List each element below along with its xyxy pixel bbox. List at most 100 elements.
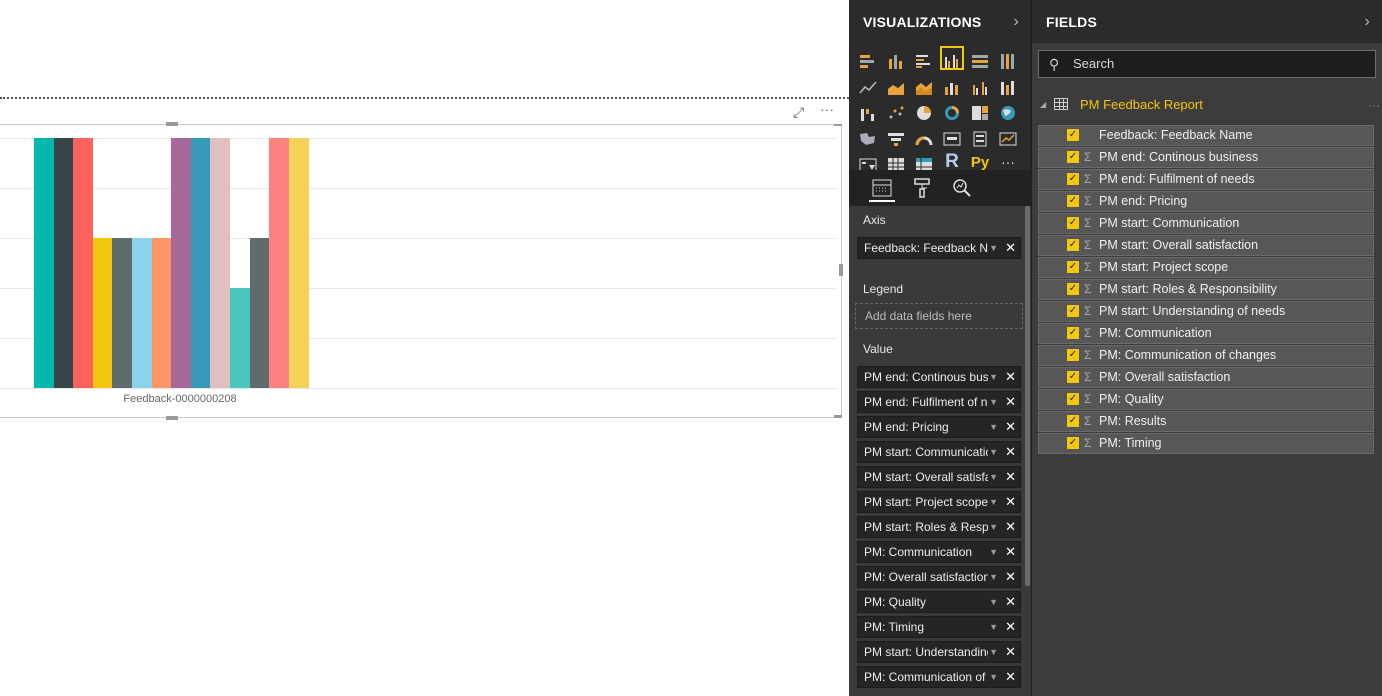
search-input[interactable]: ⚲ Search <box>1038 50 1376 78</box>
field-list-item[interactable]: ✓ Σ PM end: Continous business <box>1038 147 1374 168</box>
checkbox-checked-icon[interactable]: ✓ <box>1067 261 1079 273</box>
checkbox-checked-icon[interactable]: ✓ <box>1067 129 1079 141</box>
line-and-clustered-column-chart-icon[interactable] <box>969 73 991 95</box>
checkbox-checked-icon[interactable]: ✓ <box>1067 173 1079 185</box>
card-icon[interactable] <box>941 125 963 147</box>
resize-handle-bottom[interactable] <box>166 416 178 420</box>
remove-field-icon[interactable]: ✕ <box>1005 392 1016 412</box>
chevron-down-icon[interactable]: ▼ <box>989 617 998 637</box>
gauge-icon[interactable] <box>913 125 935 147</box>
stacked-bar-chart-icon[interactable] <box>857 47 879 69</box>
chevron-down-icon[interactable]: ▼ <box>989 367 998 387</box>
checkbox-checked-icon[interactable]: ✓ <box>1067 437 1079 449</box>
chart-bar[interactable] <box>288 138 309 388</box>
field-list-item[interactable]: ✓ Σ PM: Timing <box>1038 433 1374 454</box>
donut-chart-icon[interactable] <box>941 99 963 121</box>
checkbox-checked-icon[interactable]: ✓ <box>1067 371 1079 383</box>
checkbox-checked-icon[interactable]: ✓ <box>1067 217 1079 229</box>
chart-bar[interactable] <box>132 238 152 388</box>
chart-bar[interactable] <box>151 238 172 388</box>
remove-field-icon[interactable]: ✕ <box>1005 617 1016 637</box>
value-field-pill[interactable]: PM: Communication ▼ ✕ <box>857 541 1021 563</box>
stacked-column-chart-icon[interactable] <box>885 47 907 69</box>
field-list-item[interactable]: ✓ Σ PM: Quality <box>1038 389 1374 410</box>
map-icon[interactable] <box>997 99 1019 121</box>
chart-bar[interactable] <box>73 138 94 388</box>
field-list-item[interactable]: ✓ Σ PM start: Roles & Responsibility <box>1038 279 1374 300</box>
treemap-icon[interactable] <box>969 99 991 121</box>
100-stacked-bar-chart-icon[interactable] <box>969 47 991 69</box>
value-field-pill[interactable]: PM start: Roles & Responsibility▼✕ <box>857 516 1021 538</box>
checkbox-checked-icon[interactable]: ✓ <box>1067 239 1079 251</box>
visualizations-header[interactable]: VISUALIZATIONS › <box>849 0 1031 43</box>
remove-field-icon[interactable]: ✕ <box>1005 567 1016 587</box>
checkbox-checked-icon[interactable]: ✓ <box>1067 349 1079 361</box>
format-paint-roller-icon[interactable] <box>909 176 935 202</box>
fields-tab-icon[interactable] <box>869 176 895 202</box>
value-field-pill[interactable]: PM: Timing ▼ ✕ <box>857 616 1021 638</box>
filled-map-icon[interactable] <box>857 125 879 147</box>
value-field-pill[interactable]: PM start: Understanding of needs▼✕ <box>857 641 1021 663</box>
chart-bar[interactable] <box>190 138 211 388</box>
line-and-stacked-column-chart-icon[interactable] <box>941 73 963 95</box>
chart-bar[interactable] <box>249 238 270 388</box>
chevron-down-icon[interactable]: ▼ <box>989 238 998 258</box>
checkbox-checked-icon[interactable]: ✓ <box>1067 415 1079 427</box>
chevron-down-icon[interactable]: ▼ <box>989 417 998 437</box>
remove-field-icon[interactable]: ✕ <box>1005 467 1016 487</box>
remove-field-icon[interactable]: ✕ <box>1005 492 1016 512</box>
field-list-item[interactable]: ✓ Σ PM: Communication <box>1038 323 1374 344</box>
chart-bar[interactable] <box>230 288 250 388</box>
chart-bar[interactable] <box>112 238 133 388</box>
value-field-pill[interactable]: PM: Quality ▼ ✕ <box>857 591 1021 613</box>
legend-drop-zone[interactable]: Add data fields here <box>855 303 1023 329</box>
chevron-down-icon[interactable]: ▼ <box>989 442 998 462</box>
more-options-icon[interactable]: ··· <box>820 101 834 117</box>
checkbox-checked-icon[interactable]: ✓ <box>1067 151 1079 163</box>
field-list-item[interactable]: ✓ Σ PM end: Fulfilment of needs <box>1038 169 1374 190</box>
line-chart-icon[interactable] <box>857 73 879 95</box>
chart-bar[interactable] <box>210 138 231 388</box>
chevron-right-icon[interactable]: › <box>1013 13 1019 31</box>
remove-field-icon[interactable]: ✕ <box>1005 642 1016 662</box>
remove-field-icon[interactable]: ✕ <box>1005 367 1016 387</box>
remove-field-icon[interactable]: ✕ <box>1005 238 1016 258</box>
remove-field-icon[interactable]: ✕ <box>1005 667 1016 687</box>
axis-field-pill[interactable]: Feedback: Feedback Name▼✕ <box>857 237 1021 259</box>
value-field-pill[interactable]: PM end: Fulfilment of needs▼✕ <box>857 391 1021 413</box>
clustered-bar-chart-icon[interactable] <box>913 47 935 69</box>
more-options-icon[interactable]: ··· <box>1368 92 1380 118</box>
field-list-item[interactable]: ✓ Σ PM: Overall satisfaction <box>1038 367 1374 388</box>
100-stacked-column-chart-icon[interactable] <box>997 47 1019 69</box>
checkbox-checked-icon[interactable]: ✓ <box>1067 283 1079 295</box>
scatter-chart-icon[interactable] <box>885 99 907 121</box>
checkbox-checked-icon[interactable]: ✓ <box>1067 195 1079 207</box>
chevron-down-icon[interactable]: ▼ <box>989 517 998 537</box>
analytics-magnifier-icon[interactable] <box>949 176 975 202</box>
resize-handle-corner-tr[interactable] <box>834 124 842 126</box>
clustered-column-chart-icon[interactable] <box>940 46 964 70</box>
field-list-item[interactable]: ✓ Σ PM start: Communication <box>1038 213 1374 234</box>
field-list-item[interactable]: ✓ Σ PM start: Project scope <box>1038 257 1374 278</box>
remove-field-icon[interactable]: ✕ <box>1005 442 1016 462</box>
report-canvas[interactable]: ⤢ ··· Feedback-0000000208 <box>0 0 849 696</box>
field-list-item[interactable]: ✓ Σ PM: Communication of changes <box>1038 345 1374 366</box>
remove-field-icon[interactable]: ✕ <box>1005 542 1016 562</box>
fields-header[interactable]: FIELDS › <box>1032 0 1382 43</box>
field-list-item[interactable]: ✓ Σ PM start: Understanding of needs <box>1038 301 1374 322</box>
focus-mode-icon[interactable]: ⤢ <box>793 104 804 121</box>
chevron-down-icon[interactable]: ▼ <box>989 467 998 487</box>
chevron-down-icon[interactable]: ▼ <box>989 392 998 412</box>
chart-bar[interactable] <box>34 138 54 388</box>
value-field-pill[interactable]: PM: Overall satisfaction ▼ ✕ <box>857 566 1021 588</box>
checkbox-checked-icon[interactable]: ✓ <box>1067 393 1079 405</box>
chart-bar[interactable] <box>269 138 290 388</box>
field-wells-scrollbar[interactable] <box>1025 206 1030 586</box>
table-pm-feedback-report[interactable]: ◢ PM Feedback Report ··· <box>1038 92 1380 118</box>
remove-field-icon[interactable]: ✕ <box>1005 592 1016 612</box>
area-chart-icon[interactable] <box>885 73 907 95</box>
field-list-item[interactable]: ✓ Σ PM: Results <box>1038 411 1374 432</box>
field-list-item[interactable]: ✓ Feedback: Feedback Name <box>1038 125 1374 146</box>
chart-bar[interactable] <box>171 138 192 388</box>
waterfall-chart-icon[interactable] <box>857 99 879 121</box>
